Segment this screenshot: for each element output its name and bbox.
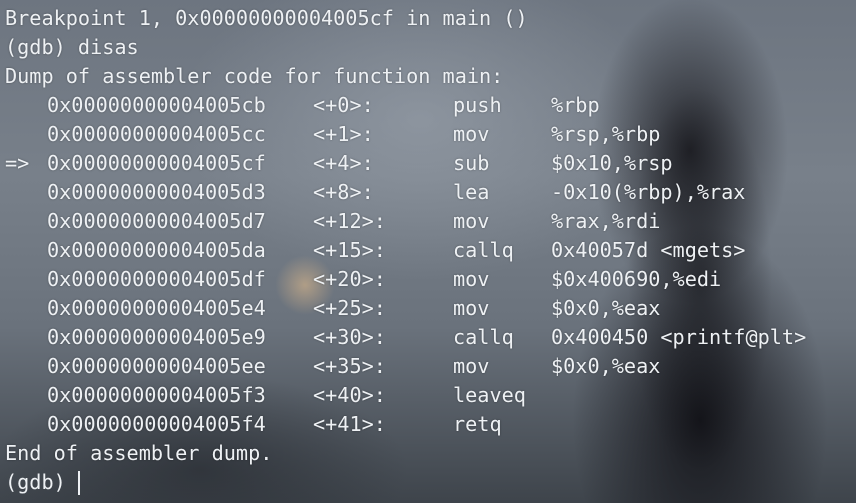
instruction-mnemonic: mov: [453, 354, 490, 378]
instruction-operands: $0x400690,%edi: [551, 267, 722, 291]
instruction-address: 0x00000000004005f3: [47, 383, 266, 407]
instruction-row: 0x00000000004005da <+15>: callq 0x40057d…: [5, 236, 856, 265]
instruction-row: 0x00000000004005ee <+35>: mov $0x0,%eax: [5, 352, 856, 381]
instruction-offset: <+35>:: [313, 354, 386, 378]
instruction-offset: <+25>:: [313, 296, 386, 320]
instruction-address: 0x00000000004005f4: [47, 412, 266, 436]
instruction-address: 0x00000000004005cf: [47, 151, 266, 175]
instruction-operands: %rsp,%rbp: [551, 122, 661, 146]
instruction-mnemonic: lea: [453, 180, 490, 204]
dump-footer: End of assembler dump.: [5, 441, 273, 465]
instruction-address: 0x00000000004005e9: [47, 325, 266, 349]
instruction-operands: $0x0,%eax: [551, 354, 661, 378]
breakpoint-message: Breakpoint 1, 0x00000000004005cf in main…: [5, 6, 528, 30]
text-cursor: [77, 470, 80, 495]
instruction-address: 0x00000000004005cc: [47, 122, 266, 146]
instruction-address: 0x00000000004005df: [47, 267, 266, 291]
instruction-mnemonic: push: [453, 93, 502, 117]
instruction-row: 0x00000000004005d3 <+8>: lea -0x10(%rbp)…: [5, 178, 856, 207]
instruction-offset: <+12>:: [313, 209, 386, 233]
instruction-address: 0x00000000004005d3: [47, 180, 266, 204]
instruction-offset: <+15>:: [313, 238, 386, 262]
instruction-operands: %rax,%rdi: [551, 209, 661, 233]
instruction-row: 0x00000000004005e9 <+30>: callq 0x400450…: [5, 323, 856, 352]
instruction-address: 0x00000000004005da: [47, 238, 266, 262]
disas-command-line: (gdb) disas: [5, 35, 139, 59]
instruction-offset: <+30>:: [313, 325, 386, 349]
instruction-offset: <+41>:: [313, 412, 386, 436]
instruction-mnemonic: leaveq: [453, 383, 526, 407]
instruction-address: 0x00000000004005e4: [47, 296, 266, 320]
instruction-offset: <+40>:: [313, 383, 386, 407]
instruction-offset: <+0>:: [313, 93, 374, 117]
instruction-row: 0x00000000004005d7 <+12>: mov %rax,%rdi: [5, 207, 856, 236]
instruction-operands: %rbp: [551, 93, 600, 117]
instruction-offset: <+20>:: [313, 267, 386, 291]
instruction-mnemonic: mov: [453, 296, 490, 320]
instruction-row: 0x00000000004005df <+20>: mov $0x400690,…: [5, 265, 856, 294]
instruction-address: 0x00000000004005d7: [47, 209, 266, 233]
instruction-offset: <+8>:: [313, 180, 374, 204]
instruction-address: 0x00000000004005cb: [47, 93, 266, 117]
dump-header: Dump of assembler code for function main…: [5, 64, 504, 88]
instruction-mnemonic: mov: [453, 122, 490, 146]
instruction-operands: 0x40057d <mgets>: [551, 238, 746, 262]
instruction-row: 0x00000000004005f4 <+41>: retq: [5, 410, 856, 439]
instruction-offset: <+1>:: [313, 122, 374, 146]
instruction-row: 0x00000000004005e4 <+25>: mov $0x0,%eax: [5, 294, 856, 323]
instruction-mnemonic: callq: [453, 238, 514, 262]
instruction-row-current: => 0x00000000004005cf <+4>: sub $0x10,%r…: [5, 149, 856, 178]
instruction-mnemonic: mov: [453, 209, 490, 233]
instruction-row: 0x00000000004005cb <+0>: push %rbp: [5, 91, 856, 120]
assembly-listing: 0x00000000004005cb <+0>: push %rbp 0x000…: [5, 91, 856, 439]
gdb-prompt-line[interactable]: (gdb): [5, 468, 856, 497]
instruction-operands: 0x400450 <printf@plt>: [551, 325, 807, 349]
instruction-offset: <+4>:: [313, 151, 374, 175]
instruction-operands: $0x10,%rsp: [551, 151, 673, 175]
instruction-operands: -0x10(%rbp),%rax: [551, 180, 746, 204]
instruction-mnemonic: mov: [453, 267, 490, 291]
gdb-terminal[interactable]: Breakpoint 1, 0x00000000004005cf in main…: [0, 0, 856, 503]
instruction-row: 0x00000000004005f3 <+40>: leaveq: [5, 381, 856, 410]
instruction-row: 0x00000000004005cc <+1>: mov %rsp,%rbp: [5, 120, 856, 149]
instruction-mnemonic: retq: [453, 412, 502, 436]
instruction-mnemonic: sub: [453, 151, 490, 175]
instruction-operands: $0x0,%eax: [551, 296, 661, 320]
instruction-address: 0x00000000004005ee: [47, 354, 266, 378]
current-instruction-marker: =>: [5, 151, 30, 175]
instruction-mnemonic: callq: [453, 325, 514, 349]
